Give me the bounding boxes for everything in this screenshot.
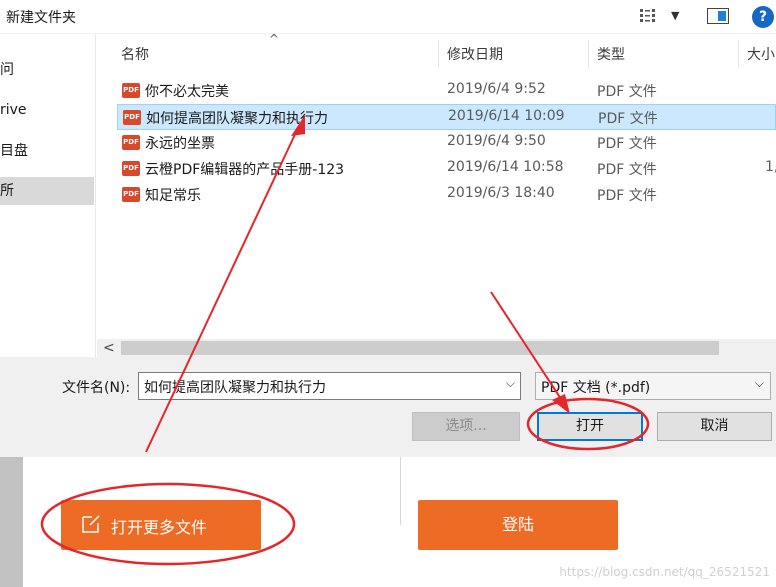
nav-item-drive[interactable]: rive xyxy=(0,96,94,124)
chevron-down-icon[interactable]: ⌵ xyxy=(506,376,515,391)
pdf-file-icon: PDF xyxy=(122,161,140,176)
file-name: 云橙PDF编辑器的产品手册-123 xyxy=(145,162,345,178)
file-name: 知足常乐 xyxy=(145,188,201,204)
horizontal-scrollbar[interactable]: < xyxy=(97,339,776,357)
file-list: ^ 名称 修改日期 类型 大小 PDF 你不必太完美 2019/6/4 9:52… xyxy=(97,34,776,339)
nav-item[interactable]: 问 xyxy=(0,56,94,84)
chevron-down-icon[interactable]: ⌵ xyxy=(755,376,764,391)
view-dropdown-caret-icon[interactable]: ▼ xyxy=(671,9,679,22)
open-button[interactable]: 打开 xyxy=(537,412,643,441)
cancel-button[interactable]: 取消 xyxy=(657,412,772,441)
navigation-pane: 问 rive 目盘 所 xyxy=(0,34,96,359)
file-row-selected[interactable]: PDF 如何提高团队凝聚力和执行力 2019/6/14 10:09 PDF 文件 xyxy=(117,104,776,130)
file-date: 2019/6/3 18:40 xyxy=(447,185,555,201)
file-name: 永远的坐票 xyxy=(145,136,215,152)
scroll-left-icon[interactable]: < xyxy=(103,339,115,357)
watermark-text: https://blog.csdn.net/qq_26521521 xyxy=(559,565,770,579)
pdf-file-icon: PDF xyxy=(122,187,140,202)
pdf-file-icon: PDF xyxy=(123,110,141,125)
column-header-type[interactable]: 类型 xyxy=(597,44,625,64)
file-type: PDF 文件 xyxy=(597,162,657,178)
options-button[interactable]: 选项... xyxy=(412,412,520,441)
nav-item-disk[interactable]: 目盘 xyxy=(0,137,94,165)
column-separator[interactable] xyxy=(738,40,739,68)
sort-ascending-icon: ^ xyxy=(269,34,280,46)
file-row[interactable]: PDF 云橙PDF编辑器的产品手册-123 2019/6/14 10:58 PD… xyxy=(117,156,776,182)
file-row[interactable]: PDF 知足常乐 2019/6/3 18:40 PDF 文件 xyxy=(117,182,776,208)
column-header-name[interactable]: 名称 xyxy=(121,44,149,64)
file-type: PDF 文件 xyxy=(597,188,657,204)
nav-item-selected[interactable]: 所 xyxy=(0,177,94,205)
column-header-date[interactable]: 修改日期 xyxy=(447,44,503,64)
file-name: 你不必太完美 xyxy=(145,84,229,100)
new-folder-button[interactable]: 新建文件夹 xyxy=(6,7,76,27)
file-type-filter-select[interactable]: PDF 文档 (*.pdf) ⌵ xyxy=(535,372,771,400)
file-name: 如何提高团队凝聚力和执行力 xyxy=(146,111,328,127)
file-type-filter-value: PDF 文档 (*.pdf) xyxy=(541,380,651,396)
scrollbar-thumb[interactable] xyxy=(121,341,719,355)
filename-value: 如何提高团队凝聚力和执行力 xyxy=(144,380,326,396)
file-type: PDF 文件 xyxy=(597,84,657,100)
view-options-icon[interactable] xyxy=(640,8,658,24)
column-header-size[interactable]: 大小 xyxy=(747,44,775,64)
help-icon[interactable]: ? xyxy=(752,6,774,28)
login-button[interactable]: 登陆 xyxy=(418,500,618,550)
column-separator[interactable] xyxy=(438,40,439,68)
column-separator[interactable] xyxy=(588,40,589,68)
pdf-file-icon: PDF xyxy=(122,135,140,150)
preview-pane-icon[interactable] xyxy=(707,8,729,24)
file-type: PDF 文件 xyxy=(598,111,658,127)
pdf-file-icon: PDF xyxy=(122,83,140,98)
file-date: 2019/6/14 10:09 xyxy=(448,108,565,124)
open-more-files-button[interactable]: 打开更多文件 xyxy=(61,500,261,550)
open-more-files-label: 打开更多文件 xyxy=(111,518,208,537)
filename-label: 文件名(N): xyxy=(62,380,131,396)
dialog-toolbar: 新建文件夹 ▼ ? xyxy=(0,0,776,34)
open-file-icon xyxy=(82,515,100,533)
file-date: 2019/6/4 9:52 xyxy=(447,81,546,97)
dialog-footer: 文件名(N): 如何提高团队凝聚力和执行力 ⌵ PDF 文档 (*.pdf) ⌵… xyxy=(0,357,776,457)
file-date: 2019/6/14 10:58 xyxy=(447,159,564,175)
file-size: 1, xyxy=(765,159,776,175)
file-date: 2019/6/4 9:50 xyxy=(447,133,546,149)
file-row[interactable]: PDF 永远的坐票 2019/6/4 9:50 PDF 文件 xyxy=(117,130,776,156)
filename-input[interactable]: 如何提高团队凝聚力和执行力 ⌵ xyxy=(138,372,521,400)
file-type: PDF 文件 xyxy=(597,136,657,152)
file-row[interactable]: PDF 你不必太完美 2019/6/4 9:52 PDF 文件 xyxy=(117,78,776,104)
panel-divider xyxy=(400,457,401,525)
